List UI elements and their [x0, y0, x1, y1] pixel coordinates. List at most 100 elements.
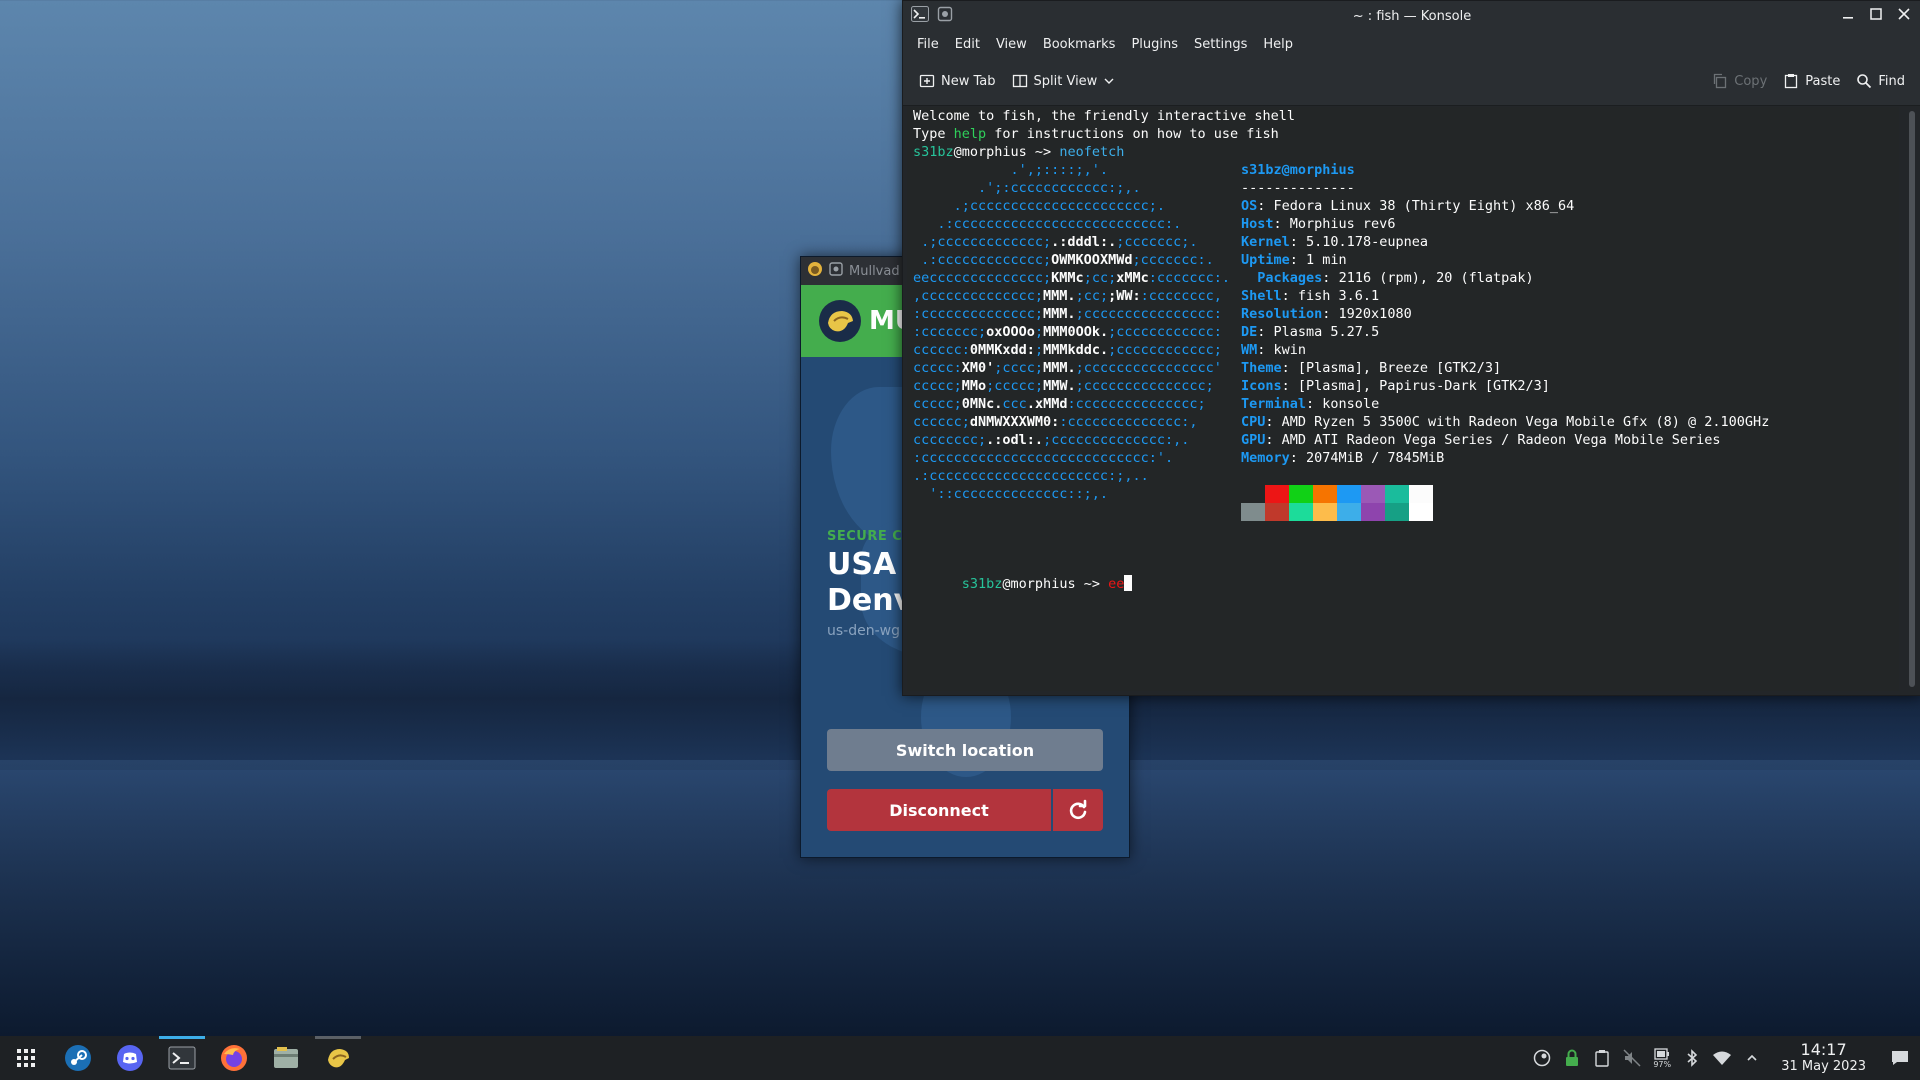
ascii-line: '::cccccccccccccc::;,. [913, 486, 1109, 502]
taskbar-firefox[interactable] [208, 1036, 260, 1080]
split-view-icon [1012, 74, 1027, 88]
neofetch-ascii-logo: .',;::::;,'. .';:cccccccccccc:;,. .;cccc… [913, 161, 1230, 503]
neofetch-info: s31bz@morphius -------------- OS: Fedora… [1241, 162, 1770, 466]
color-swatch [1265, 485, 1289, 503]
split-view-button[interactable]: Split View [1004, 67, 1124, 95]
ascii-line: :cccccccccccccccccccccccccccc:'. [913, 450, 1174, 466]
app-launcher-button[interactable] [0, 1036, 52, 1080]
ascii-line: .:cccccccccccccccccccccc:;,.. [913, 468, 1149, 484]
ascii-line: .:cccccccccccccccccccccccccc:. [913, 216, 1182, 232]
close-icon[interactable] [1897, 7, 1911, 25]
menu-bookmarks[interactable]: Bookmarks [1035, 33, 1124, 56]
folder-icon [274, 1047, 298, 1068]
taskbar-files[interactable] [260, 1036, 312, 1080]
current-prompt[interactable]: s31bz@morphius ~> ee [913, 557, 1133, 592]
pin-icon[interactable] [937, 6, 953, 26]
discord-icon [117, 1045, 143, 1071]
color-swatch [1313, 485, 1337, 503]
paste-icon [1785, 74, 1798, 89]
menu-bar: File Edit View Bookmarks Plugins Setting… [903, 31, 1920, 57]
info-line: GPU: AMD ATI Radeon Vega Series / Radeon… [1241, 432, 1721, 448]
new-tab-icon [919, 74, 935, 88]
maximize-icon[interactable] [1869, 7, 1883, 25]
ascii-line: cccccc;dNMWXXXWM0::cccccccccccccc:, [913, 414, 1198, 430]
terminal-app-icon [911, 6, 929, 26]
system-tray: 97% 14:17 31 May 2023 [1527, 1036, 1920, 1080]
info-line: WM: kwin [1241, 342, 1307, 358]
menu-view[interactable]: View [988, 33, 1035, 56]
pin-icon[interactable] [829, 262, 843, 280]
menu-edit[interactable]: Edit [947, 33, 988, 56]
menu-settings[interactable]: Settings [1186, 33, 1255, 56]
disconnect-button[interactable]: Disconnect [827, 789, 1051, 831]
info-line: Kernel: 5.10.178-eupnea [1241, 234, 1428, 250]
color-swatch [1265, 503, 1289, 521]
taskbar: 97% 14:17 31 May 2023 [0, 1036, 1920, 1080]
terminal-output[interactable]: Welcome to fish, the friendly interactiv… [907, 107, 1899, 691]
color-swatch [1289, 485, 1313, 503]
connected-country: USA [827, 547, 897, 582]
connection-status: SECURE CO [827, 529, 914, 544]
info-line: Memory: 2074MiB / 7845MiB [1241, 450, 1445, 466]
notifications-icon[interactable] [1880, 1036, 1920, 1080]
paste-button[interactable]: Paste [1775, 67, 1848, 95]
ascii-line: .;ccccccccccccc;.:dddl:.;ccccccc;. [913, 234, 1198, 250]
mullvad-window-title: Mullvad [849, 263, 900, 279]
mullvad-icon [328, 1049, 349, 1068]
app-grid-icon [17, 1049, 35, 1067]
digital-clock[interactable]: 14:17 31 May 2023 [1767, 1041, 1880, 1075]
taskbar-konsole[interactable] [156, 1036, 208, 1080]
info-line: Shell: fish 3.6.1 [1241, 288, 1380, 304]
steam-icon [65, 1045, 91, 1071]
taskbar-steam[interactable] [52, 1036, 104, 1080]
taskbar-mullvad[interactable] [312, 1036, 364, 1080]
color-swatch [1289, 503, 1313, 521]
menu-help[interactable]: Help [1255, 33, 1301, 56]
bluetooth-icon[interactable] [1677, 1036, 1707, 1080]
ascii-line: ccccc;MMo;ccccc;MMW.;ccccccccccccccc; [913, 378, 1214, 394]
volume-muted-icon[interactable] [1617, 1036, 1647, 1080]
search-icon [1857, 74, 1872, 89]
color-swatch [1241, 485, 1265, 503]
clipboard-icon[interactable] [1587, 1036, 1617, 1080]
server-hostname: us-den-wg [827, 623, 900, 639]
switch-location-button[interactable]: Switch location [827, 729, 1103, 771]
color-swatch [1241, 503, 1265, 521]
clock-time: 14:17 [1800, 1040, 1847, 1059]
prompt-line: s31bz@morphius ~> neofetch [913, 144, 1125, 160]
chevron-down-icon [1104, 78, 1114, 84]
help-line: Type help for instructions on how to use… [913, 126, 1279, 142]
reconnect-button[interactable] [1053, 789, 1103, 831]
steam-tray-icon[interactable] [1527, 1036, 1557, 1080]
terminal-icon [168, 1046, 196, 1070]
menu-file[interactable]: File [909, 33, 947, 56]
firefox-icon [221, 1045, 247, 1071]
konsole-titlebar[interactable]: ~ : fish — Konsole [903, 1, 1920, 31]
text-cursor [1124, 575, 1133, 591]
refresh-icon [1069, 799, 1087, 820]
info-line: CPU: AMD Ryzen 5 3500C with Radeon Vega … [1241, 414, 1770, 430]
toolbar: New Tab Split View Copy Paste Find [903, 57, 1920, 106]
vpn-lock-icon[interactable] [1557, 1036, 1587, 1080]
find-button[interactable]: Find [1848, 67, 1913, 95]
info-line: Host: Morphius rev6 [1241, 216, 1396, 232]
ascii-line: .:ccccccccccccc;OWMKOOXMWd;ccccccc:. [913, 252, 1214, 268]
copy-button[interactable]: Copy [1704, 67, 1775, 95]
color-swatch [1385, 485, 1409, 503]
menu-plugins[interactable]: Plugins [1123, 33, 1186, 56]
color-swatch [1313, 503, 1337, 521]
battery-icon[interactable]: 97% [1647, 1036, 1677, 1080]
konsole-window[interactable]: ~ : fish — Konsole File Edit View Bookma… [902, 0, 1920, 696]
info-line: DE: Plasma 5.27.5 [1241, 324, 1380, 340]
mullvad-app-icon [807, 261, 823, 281]
welcome-line: Welcome to fish, the friendly interactiv… [913, 108, 1296, 124]
taskbar-discord[interactable] [104, 1036, 156, 1080]
minimize-icon[interactable] [1841, 7, 1855, 25]
ascii-line: .';:cccccccccccc:;,. [913, 180, 1141, 196]
new-tab-button[interactable]: New Tab [911, 67, 1004, 95]
tray-expand-icon[interactable] [1737, 1036, 1767, 1080]
copy-icon [1714, 73, 1727, 89]
scrollbar[interactable] [1909, 111, 1915, 687]
info-line: Theme: [Plasma], Breeze [GTK2/3] [1241, 360, 1502, 376]
wifi-icon[interactable] [1707, 1036, 1737, 1080]
